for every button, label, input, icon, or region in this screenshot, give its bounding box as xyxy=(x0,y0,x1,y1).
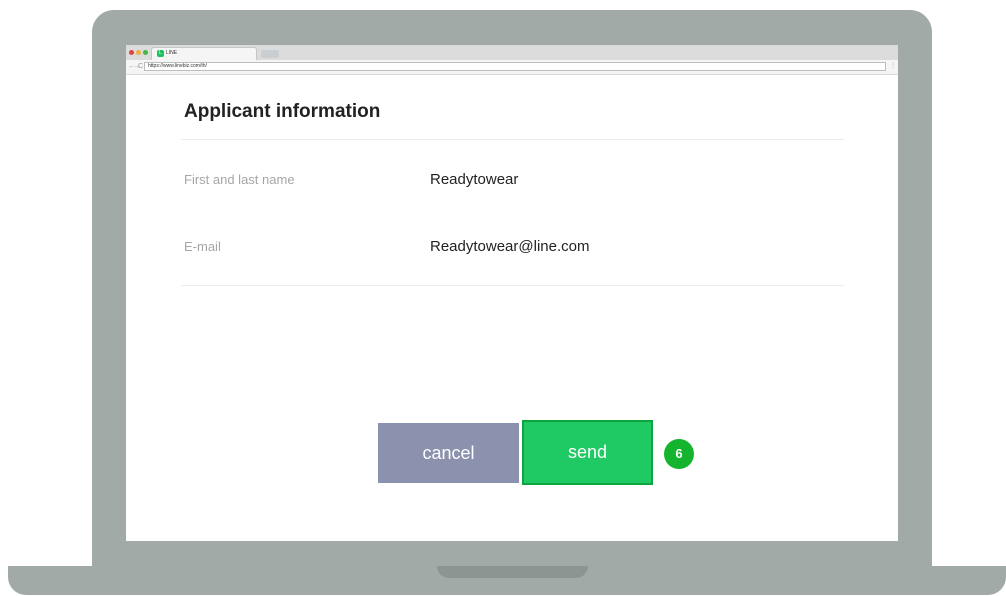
minimize-window-dot[interactable] xyxy=(136,50,141,55)
maximize-window-dot[interactable] xyxy=(143,50,148,55)
navigation-bar: ← → C https://www.linebiz.com/th/ ⋮ xyxy=(126,60,898,75)
browser-tab-line[interactable]: L LINE xyxy=(151,47,257,60)
email-value: Readytowear@line.com xyxy=(430,238,590,255)
reload-icon[interactable]: C xyxy=(138,62,143,71)
name-value: Readytowear xyxy=(430,171,519,188)
fields-divider xyxy=(181,285,844,286)
close-window-dot[interactable] xyxy=(129,50,134,55)
email-label: E-mail xyxy=(184,239,221,254)
line-logo-icon: L xyxy=(157,50,164,57)
tab-title: LINE xyxy=(166,50,178,56)
title-divider xyxy=(181,139,844,140)
browser-window: L LINE ← → C https://www.linebiz.com/th/… xyxy=(126,45,898,541)
name-label: First and last name xyxy=(184,172,295,187)
page-title: Applicant information xyxy=(184,101,381,122)
address-bar[interactable]: https://www.linebiz.com/th/ xyxy=(144,62,886,71)
step-badge: 6 xyxy=(664,439,694,469)
cancel-button[interactable]: cancel xyxy=(378,423,519,483)
send-button[interactable]: send xyxy=(522,420,653,485)
tab-bar: L LINE xyxy=(126,45,898,60)
new-tab-button[interactable] xyxy=(261,50,279,58)
laptop-notch xyxy=(437,566,588,578)
browser-menu-icon[interactable]: ⋮ xyxy=(890,62,896,69)
